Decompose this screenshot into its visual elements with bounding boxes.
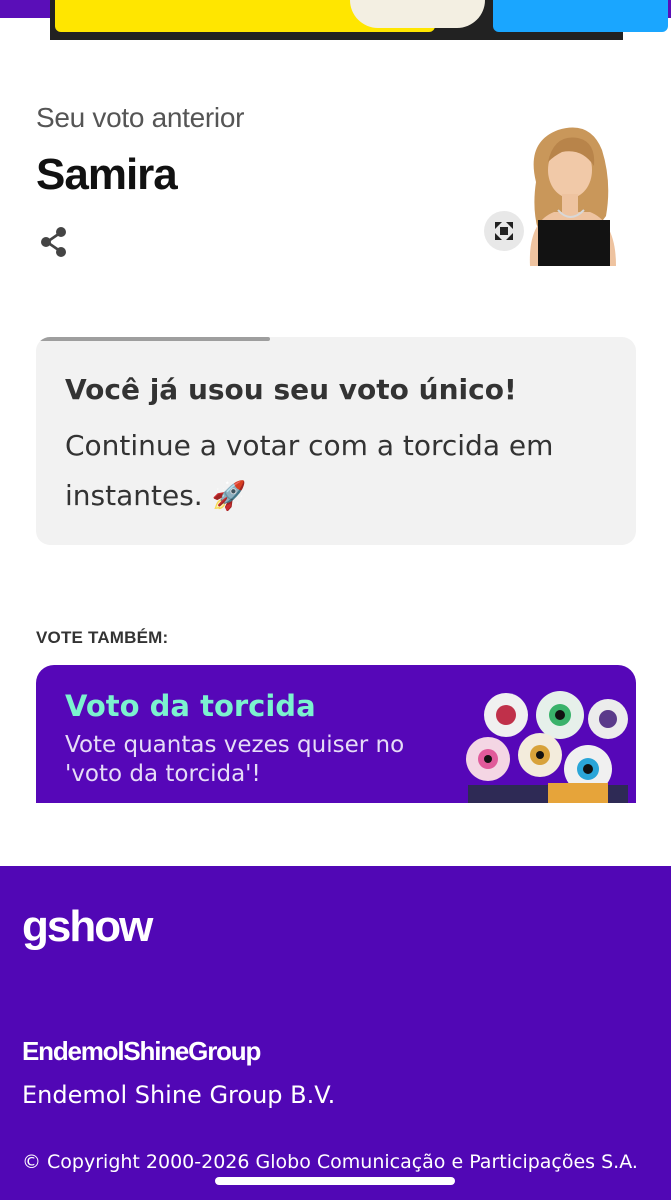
- card-subtitle: Vote quantas vezes quiser no 'voto da to…: [65, 732, 405, 787]
- notice-title: Você já usou seu voto único!: [65, 373, 517, 406]
- gshow-logo[interactable]: gshow: [22, 902, 153, 952]
- share-icon[interactable]: [36, 224, 72, 260]
- home-indicator[interactable]: [215, 1177, 455, 1185]
- eye-characters-illustration: [448, 685, 636, 803]
- notice-body: Continue a votar com a torcida em instan…: [65, 429, 554, 512]
- candidate-photo: [508, 112, 632, 266]
- notice-progress-bar: [36, 337, 270, 341]
- ad-banner[interactable]: [50, 0, 668, 40]
- voto-da-torcida-card[interactable]: Voto da torcida Vote quantas vezes quise…: [36, 665, 636, 803]
- card-title: Voto da torcida: [65, 689, 316, 723]
- banner-blue-button[interactable]: [493, 0, 668, 32]
- vote-also-label: VOTE TAMBÉM:: [36, 628, 169, 647]
- site-footer: gshow EndemolShineGroup Endemol Shine Gr…: [0, 866, 671, 1200]
- company-name: Endemol Shine Group B.V.: [22, 1081, 336, 1109]
- previous-vote-label: Seu voto anterior: [36, 102, 245, 133]
- copyright-text: © Copyright 2000-2026 Globo Comunicação …: [22, 1151, 638, 1173]
- banner-figure: [350, 0, 485, 28]
- endemol-shine-logo: EndemolShineGroup: [22, 1036, 261, 1066]
- expand-icon[interactable]: [484, 211, 524, 251]
- previous-vote-name: Samira: [36, 150, 178, 199]
- vote-used-notice: Você já usou seu voto único! Continue a …: [36, 337, 636, 545]
